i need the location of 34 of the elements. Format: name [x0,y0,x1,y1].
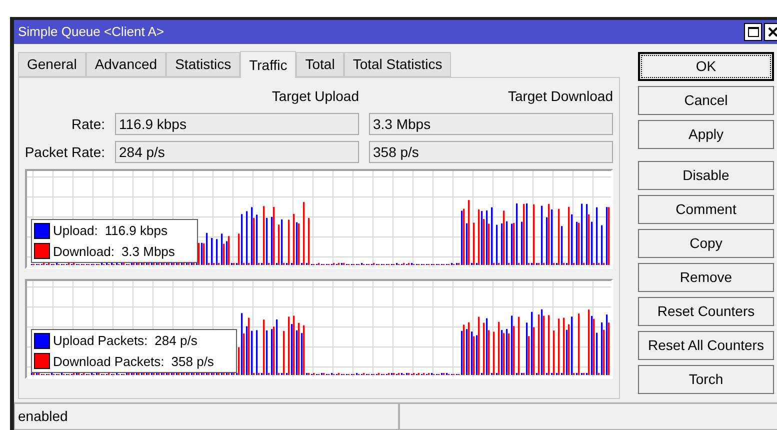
column-header: Target Download [506,87,613,106]
dialog-button[interactable]: OK [638,52,774,81]
legend-value: 358 p/s [171,352,214,371]
value-field: 3.3 Mbps [369,113,613,135]
legend-label: Download Packets: [53,352,164,370]
dialog-button[interactable]: Torch [638,365,774,394]
dialog-button[interactable]: Remove [638,263,774,292]
tab[interactable]: Total Statistics [344,52,452,77]
dialog-button[interactable]: Copy [638,229,774,258]
legend-label: Upload Packets: [53,332,148,350]
window-title: Simple Queue <Client A> [18,23,165,42]
dialog-button[interactable]: Comment [638,195,774,224]
legend-value: 3.3 Mbps [121,242,175,261]
dialog-button[interactable]: Disable [638,161,774,190]
tab[interactable]: Statistics [166,52,240,77]
legend-label: Download: [53,242,114,260]
dialog-button[interactable]: Reset All Counters [638,331,774,360]
tab[interactable]: Total [296,52,344,77]
column-header: Target Upload [270,87,359,106]
value-field: 284 p/s [115,141,359,163]
legend-value: 116.9 kbps [104,222,168,240]
tab[interactable]: Traffic [240,51,296,78]
value-field: 116.9 kbps [115,113,359,135]
status-text: enabled [14,403,399,430]
tab[interactable]: Advanced [86,52,166,77]
dialog-button[interactable]: Cancel [638,86,774,115]
legend-value: 284 p/s [154,332,198,350]
dialog-button[interactable]: Apply [638,120,774,149]
dialog-button[interactable]: Reset Counters [638,297,774,326]
field-label: Packet Rate: [24,142,105,162]
tab[interactable]: General [18,52,86,77]
field-label: Rate: [70,114,105,134]
legend-label: Upload: [53,222,98,240]
value-field: 358 p/s [369,141,613,163]
